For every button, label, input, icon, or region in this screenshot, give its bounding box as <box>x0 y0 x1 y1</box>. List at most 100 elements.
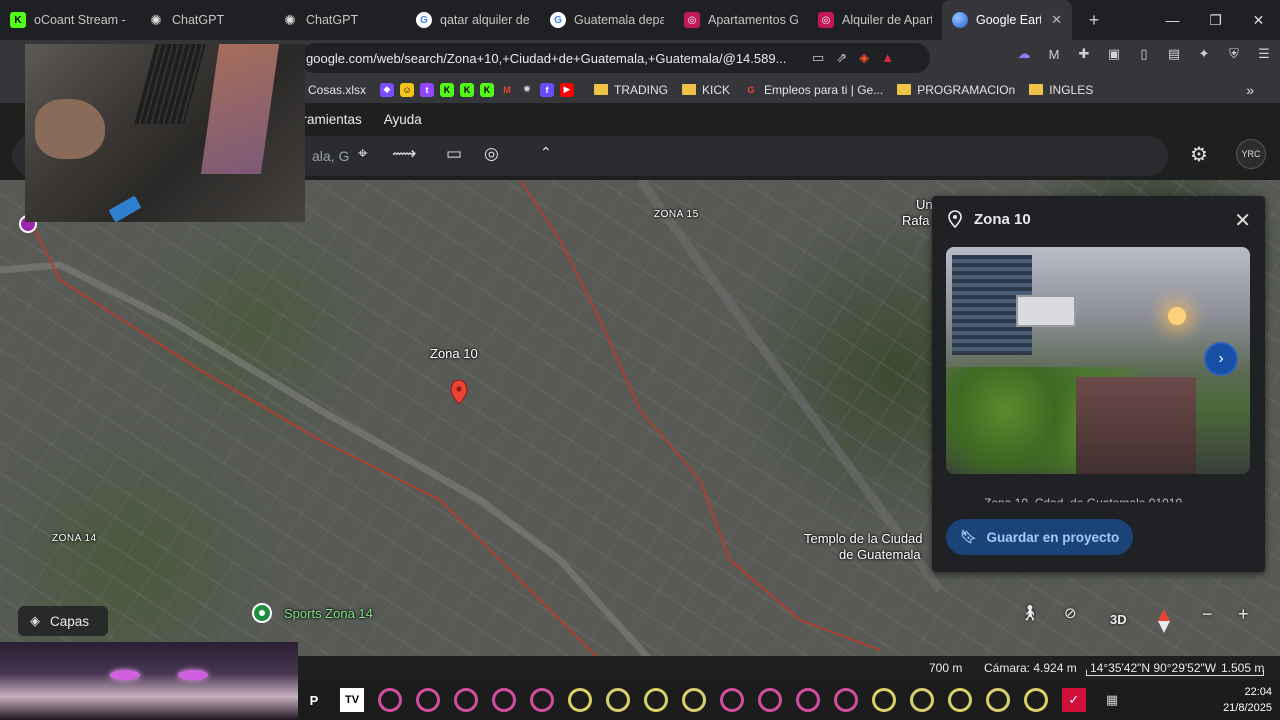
new-tab-button[interactable]: + <box>1080 6 1108 34</box>
tab-alquiler[interactable]: ◎ Alquiler de Apart <box>808 0 942 40</box>
taskbar-mail-icon[interactable]: ✓ <box>1062 688 1086 712</box>
save-to-project-button[interactable]: 🔖︎ Guardar en proyecto <box>946 519 1134 555</box>
sports-marker-icon[interactable] <box>252 603 272 623</box>
tab-kick-stream[interactable]: K oCoant Stream - V <box>0 0 138 40</box>
close-panel-icon[interactable]: ✕ <box>1234 208 1251 233</box>
taskbar-app-icon[interactable] <box>872 688 896 712</box>
taskbar-app-icon[interactable] <box>606 688 630 712</box>
wallet-icon[interactable]: ▤ <box>1166 46 1182 62</box>
bookmark-empleos[interactable]: G Empleos para ti | Ge... <box>744 83 884 97</box>
bookmark-favicon[interactable]: ◆ <box>380 82 395 97</box>
calculator-icon[interactable]: ▦ <box>1100 688 1124 712</box>
taskbar-app-icon[interactable] <box>644 688 668 712</box>
bookmark-icon: 🔖︎ <box>960 529 977 544</box>
toggle-tilt-icon[interactable]: ⊘ <box>1064 604 1077 622</box>
compass-icon[interactable] <box>1158 609 1170 633</box>
map-label-zona14[interactable]: ZONA 14 <box>52 533 97 544</box>
taskbar-app-icon[interactable] <box>758 688 782 712</box>
zoom-out-button[interactable]: − <box>1202 604 1213 625</box>
taskbar-app-icon[interactable] <box>454 688 478 712</box>
menu-icon[interactable]: ☰ <box>1256 46 1272 62</box>
add-path-icon[interactable]: ⟿ <box>392 144 416 164</box>
brave-shield-icon[interactable]: ◈ <box>859 50 869 66</box>
scale-label: 700 m <box>929 661 963 675</box>
leo-ai-icon[interactable]: ✦ <box>1196 46 1212 62</box>
feeling-lucky-icon[interactable]: ◎ <box>484 144 499 164</box>
system-clock[interactable]: 22:04 21/8/2025 <box>1223 684 1272 716</box>
taskbar-app-icon[interactable] <box>948 688 972 712</box>
map-label-sports[interactable]: Sports Zona 14 <box>284 606 373 621</box>
taskbar-app-icon[interactable] <box>568 688 592 712</box>
close-tab-icon[interactable]: ✕ <box>1051 12 1062 28</box>
tab-chatgpt-2[interactable]: ✺ ChatGPT <box>272 0 406 40</box>
bookmark-favicon[interactable]: f <box>540 82 555 97</box>
tab-qatar-search[interactable]: G qatar alquiler dep <box>406 0 540 40</box>
twitch-icon[interactable]: t <box>420 82 435 97</box>
taskbar-app-icon[interactable] <box>492 688 516 712</box>
tab-google-earth[interactable]: Google Earth ✕ <box>942 0 1072 40</box>
measure-icon[interactable]: ▭ <box>446 144 462 164</box>
youtube-icon[interactable]: ▶ <box>560 82 575 97</box>
taskbar-app-icon[interactable] <box>682 688 706 712</box>
minimize-icon[interactable]: — <box>1151 0 1194 40</box>
add-placemark-icon[interactable]: ⌖ <box>358 144 368 164</box>
kick-icon[interactable]: K <box>460 82 475 97</box>
google-icon: G <box>416 12 432 28</box>
address-bar[interactable]: google.com/web/search/Zona+10,+Ciudad+de… <box>300 43 930 73</box>
kick-icon[interactable]: K <box>480 82 495 97</box>
cast-icon[interactable]: ▭ <box>812 50 824 66</box>
bookmark-folder-kick[interactable]: KICK <box>682 83 730 97</box>
menu-ayuda[interactable]: Ayuda <box>384 112 422 127</box>
listing-icon: ◎ <box>684 12 700 28</box>
layers-button[interactable]: ◈ Capas <box>18 606 108 636</box>
collapse-toolbar-icon[interactable]: ⌃ <box>540 144 552 161</box>
bookmark-cosas[interactable]: Cosas.xlsx <box>308 83 366 97</box>
account-avatar[interactable]: YRC <box>1236 139 1266 169</box>
gmail-icon[interactable]: M <box>500 83 514 97</box>
taskbar-app-p-icon[interactable]: P <box>302 688 326 712</box>
taskbar-app-icon[interactable] <box>834 688 858 712</box>
location-pin[interactable] <box>450 379 468 405</box>
taskbar-app-icon[interactable] <box>1024 688 1048 712</box>
zoom-in-button[interactable]: + <box>1238 604 1249 625</box>
bookmark-folder-programacion[interactable]: PROGRAMACIOn <box>897 83 1015 97</box>
tab-apartamentos[interactable]: ◎ Apartamentos Gu <box>674 0 808 40</box>
pegman-icon[interactable]: 🚶︎ <box>1020 604 1039 622</box>
extensions-puzzle-icon[interactable]: ✚ <box>1076 46 1092 62</box>
bookmark-folder-ingles[interactable]: INGLES <box>1029 83 1093 97</box>
menu-herramientas[interactable]: rramientas <box>298 112 362 127</box>
vpn-icon[interactable]: ⛨ <box>1226 46 1242 62</box>
bookmark-favicon[interactable]: ☺ <box>400 82 415 97</box>
3d-toggle-button[interactable]: 3D <box>1110 612 1127 627</box>
place-photo[interactable]: › <box>946 247 1250 474</box>
taskbar-app-icon[interactable] <box>378 688 402 712</box>
close-window-icon[interactable]: ✕ <box>1237 0 1280 40</box>
restore-icon[interactable]: ❐ <box>1194 0 1237 40</box>
extension-m-icon[interactable]: M <box>1046 46 1062 62</box>
taskbar-app-icon[interactable] <box>796 688 820 712</box>
map-label-zona15[interactable]: ZONA 15 <box>654 209 699 220</box>
tradingview-icon[interactable]: TV <box>340 688 364 712</box>
extension-box-icon[interactable]: ▣ <box>1106 46 1122 62</box>
map-label-zona10[interactable]: Zona 10 <box>430 346 478 361</box>
taskbar-app-icon[interactable] <box>720 688 744 712</box>
taskbar-app-icon[interactable] <box>530 688 554 712</box>
sidebar-icon[interactable]: ▯ <box>1136 46 1152 62</box>
settings-gear-icon[interactable]: ⚙ <box>1190 142 1208 167</box>
brave-rewards-icon[interactable]: ▲ <box>881 50 894 66</box>
map-label-templo-2[interactable]: de Guatemala <box>839 547 921 562</box>
map-label-templo[interactable]: Templo de la Ciudad <box>804 531 923 546</box>
taskbar-app-icon[interactable] <box>910 688 934 712</box>
extension-cloud-icon[interactable]: ☁ <box>1016 46 1032 62</box>
tab-guatemala-search[interactable]: G Guatemala depar <box>540 0 674 40</box>
share-icon[interactable]: ⇗ <box>836 50 847 66</box>
more-bookmarks-icon[interactable]: » <box>1246 82 1254 98</box>
tab-chatgpt-1[interactable]: ✺ ChatGPT <box>138 0 272 40</box>
kick-icon[interactable]: K <box>440 82 455 97</box>
next-photo-button[interactable]: › <box>1204 342 1238 376</box>
bookmark-folder-trading[interactable]: TRADING <box>594 83 668 97</box>
taskbar-app-icon[interactable] <box>416 688 440 712</box>
tab-title: oCoant Stream - V <box>34 13 128 27</box>
taskbar-app-icon[interactable] <box>986 688 1010 712</box>
openai-icon[interactable]: ✺ <box>520 83 534 97</box>
